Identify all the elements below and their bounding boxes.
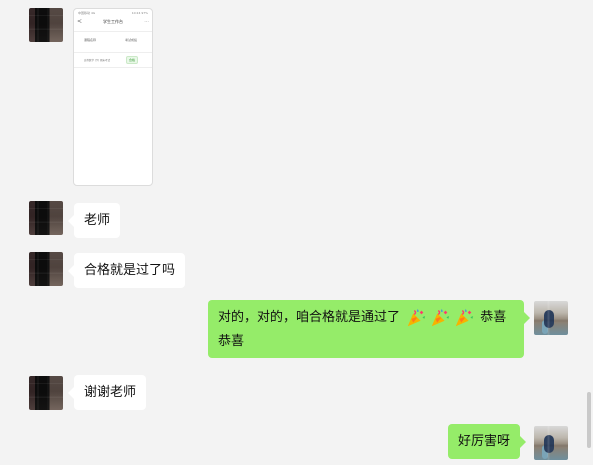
more-icon: ... — [144, 18, 149, 24]
message-text: 谢谢老师 — [84, 385, 137, 400]
message-text: 好厉害呀 — [458, 434, 511, 449]
status-bar: 中国移动 4G 10:24 97% — [74, 9, 152, 17]
party-popper-icon — [431, 308, 450, 326]
message-bubble[interactable]: 对的，对的，咱合格就是通过了 恭喜 恭喜 — [208, 300, 530, 358]
avatar[interactable] — [534, 426, 568, 460]
message-text: 对的，对的，咱合格就是通过了 — [218, 310, 401, 325]
avatar[interactable] — [29, 376, 63, 410]
message-text: 恭喜 — [480, 310, 507, 325]
avatar[interactable] — [29, 201, 63, 235]
divider — [74, 67, 152, 68]
divider — [74, 31, 152, 32]
message-bubble[interactable]: 好厉害呀 — [448, 424, 527, 459]
message-text: 合格就是过了吗 — [84, 263, 176, 278]
avatar[interactable] — [29, 252, 63, 286]
table-row: 高等数学 (下) 期末考试 — [84, 59, 111, 62]
message-text-line1: 对的，对的，咱合格就是通过了 恭喜 — [218, 306, 514, 330]
divider — [74, 52, 152, 53]
status-left: 中国移动 4G — [78, 11, 96, 15]
message-text-line2: 恭喜 — [218, 334, 245, 349]
avatar[interactable] — [29, 8, 63, 42]
column-header: 考试成绩 — [125, 38, 138, 42]
message-text: 老师 — [84, 213, 111, 228]
status-right: 10:24 97% — [131, 11, 148, 15]
page-title: 学生工作台 — [103, 19, 123, 24]
image-message[interactable]: 中国移动 4G 10:24 97% < 学生工作台 ... 课程名称 考试成绩 … — [73, 8, 153, 186]
scrollbar[interactable] — [587, 392, 591, 448]
avatar[interactable] — [534, 301, 568, 335]
message-bubble[interactable]: 谢谢老师 — [67, 375, 147, 410]
message-bubble[interactable]: 合格就是过了吗 — [67, 253, 186, 288]
party-popper-icon — [407, 308, 426, 326]
status-badge: 合格 — [126, 56, 139, 64]
message-bubble[interactable]: 老师 — [67, 203, 121, 238]
column-header: 课程名称 — [84, 38, 97, 42]
party-popper-icon — [455, 308, 474, 326]
